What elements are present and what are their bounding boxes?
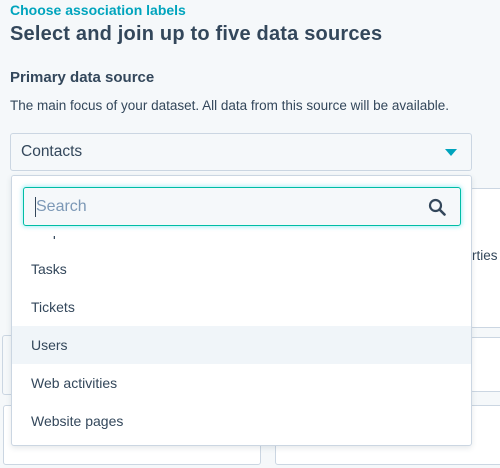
- data-source-dropdown: Sequences Tasks Tickets Users Web activi…: [11, 175, 472, 446]
- section-description: The main focus of your dataset. All data…: [10, 98, 449, 113]
- background-card-text: rties: [472, 248, 498, 263]
- breadcrumb[interactable]: Choose association labels: [10, 2, 186, 18]
- dropdown-option-users[interactable]: Users: [12, 326, 471, 364]
- page-title: Select and join up to five data sources: [10, 23, 383, 45]
- search-input[interactable]: [24, 188, 404, 225]
- search-field[interactable]: [23, 187, 461, 226]
- primary-data-source-select[interactable]: Contacts: [10, 133, 472, 171]
- text-cursor: [35, 197, 36, 217]
- dropdown-option-web-activities[interactable]: Web activities: [12, 364, 471, 402]
- dropdown-list: Sequences Tasks Tickets Users Web activi…: [12, 212, 471, 440]
- section-title: Primary data source: [10, 69, 155, 86]
- selected-value: Contacts: [21, 143, 83, 160]
- search-icon[interactable]: [428, 198, 446, 216]
- dropdown-search-container: [12, 176, 471, 236]
- caret-down-icon[interactable]: [445, 149, 457, 156]
- dropdown-option-tasks[interactable]: Tasks: [12, 250, 471, 288]
- dropdown-option-website-pages[interactable]: Website pages: [12, 402, 471, 440]
- dropdown-option-tickets[interactable]: Tickets: [12, 288, 471, 326]
- background-card: [470, 337, 500, 392]
